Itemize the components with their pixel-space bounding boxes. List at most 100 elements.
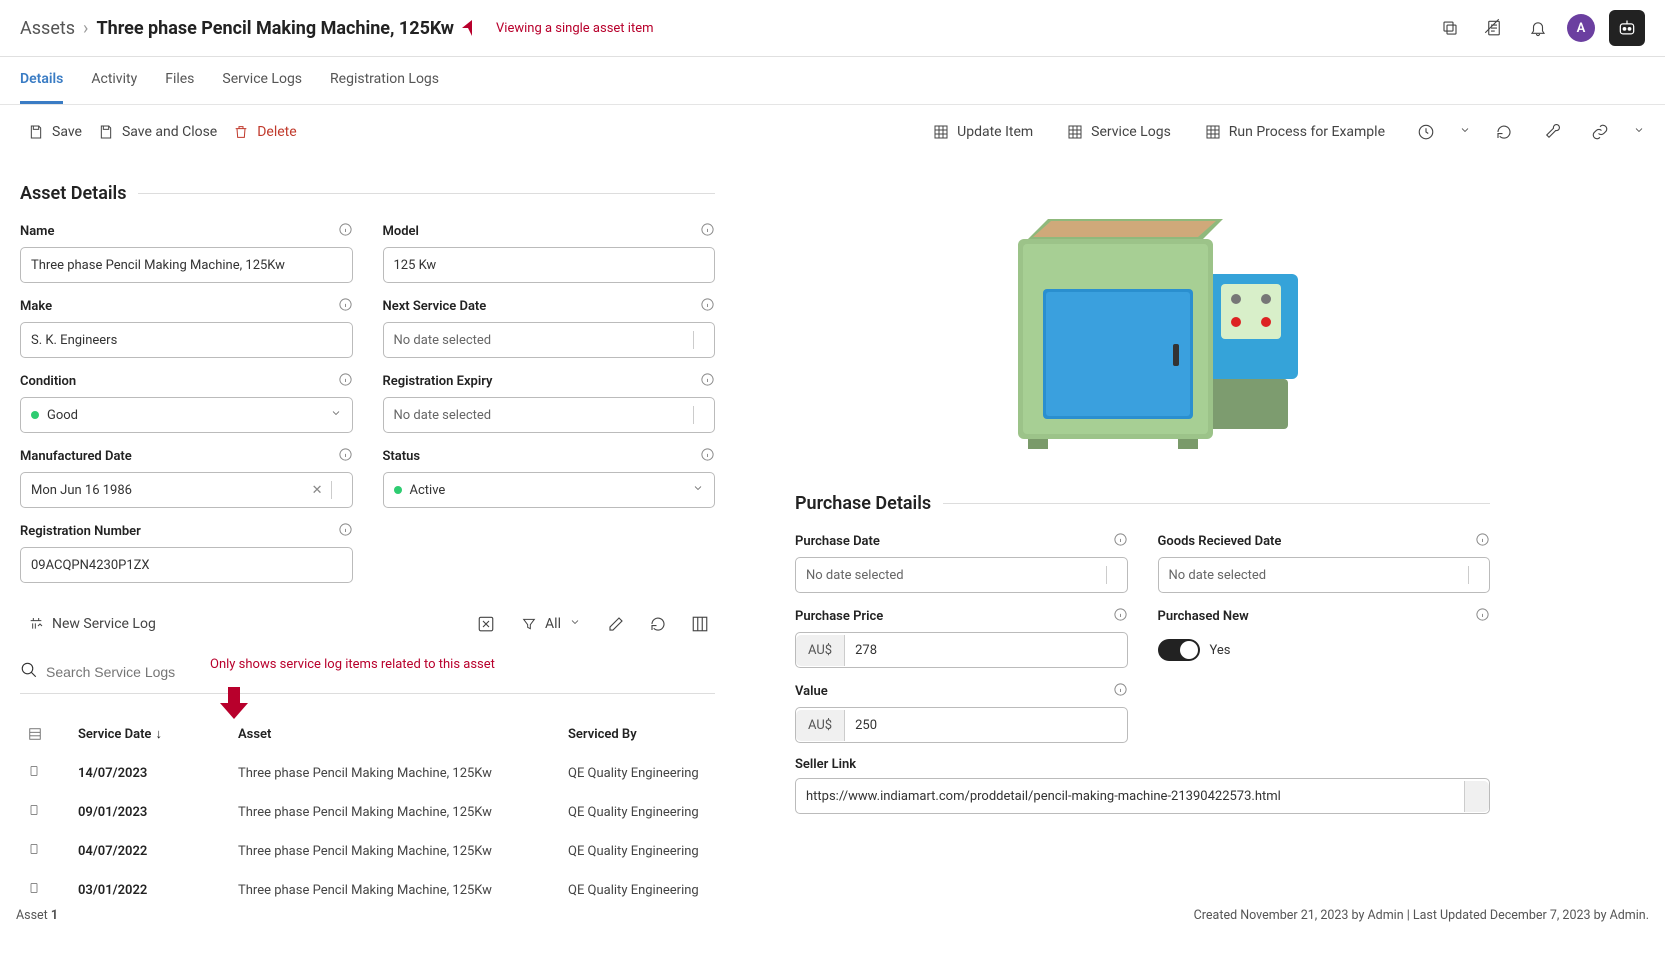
field-model: Model 125 Kw bbox=[383, 222, 716, 283]
goods-received-label: Goods Recieved Date bbox=[1158, 534, 1282, 549]
tab-service-logs[interactable]: Service Logs bbox=[222, 57, 302, 104]
search-icon bbox=[20, 661, 38, 683]
info-icon[interactable] bbox=[1475, 607, 1490, 626]
asset-details-label: Asset Details bbox=[20, 183, 126, 204]
cell-date: 14/07/2023 bbox=[78, 766, 238, 781]
edit-icon[interactable] bbox=[601, 609, 631, 639]
bell-icon[interactable] bbox=[1523, 13, 1553, 43]
manufactured-input[interactable]: Mon Jun 16 1986 ✕ bbox=[20, 472, 353, 508]
table-row[interactable]: 04/07/2022 Three phase Pencil Making Mac… bbox=[20, 831, 715, 870]
avatar[interactable]: A bbox=[1567, 14, 1595, 42]
history-dropdown-icon[interactable] bbox=[1459, 124, 1471, 140]
purchased-new-toggle[interactable] bbox=[1158, 639, 1200, 661]
info-icon[interactable] bbox=[1113, 532, 1128, 551]
calendar-icon[interactable] bbox=[1106, 566, 1117, 584]
info-icon[interactable] bbox=[700, 447, 715, 466]
value-label: Value bbox=[795, 684, 828, 699]
wrench-icon[interactable] bbox=[1537, 117, 1567, 147]
field-purchased-new: Purchased New Yes bbox=[1158, 607, 1491, 668]
name-input[interactable]: Three phase Pencil Making Machine, 125Kw bbox=[20, 247, 353, 283]
update-item-button[interactable]: Update Item bbox=[925, 118, 1041, 146]
table-header: Service Date ↓ Asset Serviced By bbox=[20, 716, 715, 753]
notes-icon[interactable] bbox=[1479, 13, 1509, 43]
delete-button[interactable]: Delete bbox=[225, 118, 304, 146]
model-input[interactable]: 125 Kw bbox=[383, 247, 716, 283]
table-row[interactable]: 09/01/2023 Three phase Pencil Making Mac… bbox=[20, 792, 715, 831]
col-service-date[interactable]: Service Date ↓ bbox=[78, 726, 238, 742]
header-bar: Assets › Three phase Pencil Making Machi… bbox=[0, 0, 1665, 57]
make-input[interactable]: S. K. Engineers bbox=[20, 322, 353, 358]
sort-arrow-icon: ↓ bbox=[155, 726, 162, 742]
save-button[interactable]: Save bbox=[20, 118, 90, 146]
tab-files[interactable]: Files bbox=[165, 57, 194, 104]
calendar-icon[interactable] bbox=[693, 331, 704, 349]
purchase-price-value: 278 bbox=[845, 635, 887, 666]
calendar-icon[interactable] bbox=[331, 481, 342, 499]
info-icon[interactable] bbox=[338, 522, 353, 541]
new-service-log-button[interactable]: New Service Log bbox=[20, 610, 164, 638]
tab-registration-logs[interactable]: Registration Logs bbox=[330, 57, 439, 104]
purchase-price-input[interactable]: AU$ 278 bbox=[795, 632, 1128, 668]
condition-value: Good bbox=[47, 408, 78, 423]
row-icon bbox=[28, 881, 78, 899]
seller-link-value: https://www.indiamart.com/proddetail/pen… bbox=[796, 781, 1464, 812]
field-value: Value AU$ 250 bbox=[795, 682, 1128, 743]
refresh-icon[interactable] bbox=[643, 609, 673, 639]
info-icon[interactable] bbox=[338, 297, 353, 316]
registration-expiry-input[interactable]: No date selected bbox=[383, 397, 716, 433]
model-label: Model bbox=[383, 224, 419, 239]
condition-select[interactable]: Good bbox=[20, 397, 353, 433]
info-icon[interactable] bbox=[1113, 682, 1128, 701]
assistant-button[interactable] bbox=[1609, 10, 1645, 46]
breadcrumb-root[interactable]: Assets bbox=[20, 18, 75, 39]
col-asset[interactable]: Asset bbox=[238, 727, 568, 742]
purchase-date-input[interactable]: No date selected bbox=[795, 557, 1128, 593]
status-select[interactable]: Active bbox=[383, 472, 716, 508]
run-process-button[interactable]: Run Process for Example bbox=[1197, 118, 1393, 146]
info-icon[interactable] bbox=[338, 372, 353, 391]
run-process-label: Run Process for Example bbox=[1229, 124, 1385, 140]
info-icon[interactable] bbox=[338, 447, 353, 466]
columns-icon[interactable] bbox=[685, 609, 715, 639]
chevron-down-icon bbox=[330, 407, 342, 423]
seller-link-input[interactable]: https://www.indiamart.com/proddetail/pen… bbox=[795, 778, 1490, 814]
table-row[interactable]: 14/07/2023 Three phase Pencil Making Mac… bbox=[20, 753, 715, 792]
info-icon[interactable] bbox=[338, 222, 353, 241]
goods-received-input[interactable]: No date selected bbox=[1158, 557, 1491, 593]
purchased-new-label: Purchased New bbox=[1158, 609, 1249, 624]
calendar-icon[interactable] bbox=[693, 406, 704, 424]
link-icon[interactable] bbox=[1585, 117, 1615, 147]
info-icon[interactable] bbox=[1475, 532, 1490, 551]
col-serviced-by[interactable]: Serviced By bbox=[568, 727, 768, 742]
globe-icon[interactable] bbox=[1464, 781, 1489, 812]
info-icon[interactable] bbox=[700, 297, 715, 316]
copy-icon[interactable] bbox=[1435, 13, 1465, 43]
field-status: Status Active bbox=[383, 447, 716, 508]
search-input[interactable] bbox=[46, 664, 227, 680]
cell-serviced-by: QE Quality Engineering bbox=[568, 766, 768, 781]
history-icon[interactable] bbox=[1411, 117, 1441, 147]
filter-button[interactable]: All bbox=[513, 610, 589, 638]
cell-date: 04/07/2022 bbox=[78, 844, 238, 859]
tab-details[interactable]: Details bbox=[20, 57, 63, 104]
value-input[interactable]: AU$ 250 bbox=[795, 707, 1128, 743]
field-make: Make S. K. Engineers bbox=[20, 297, 353, 358]
info-icon[interactable] bbox=[700, 372, 715, 391]
status-dot-icon bbox=[394, 486, 402, 494]
info-icon[interactable] bbox=[700, 222, 715, 241]
next-service-input[interactable]: No date selected bbox=[383, 322, 716, 358]
row-icon bbox=[28, 764, 78, 782]
save-close-button[interactable]: Save and Close bbox=[90, 118, 225, 146]
grid-col-icon[interactable] bbox=[28, 727, 78, 741]
info-icon[interactable] bbox=[1113, 607, 1128, 626]
refresh-icon[interactable] bbox=[1489, 117, 1519, 147]
clear-date-icon[interactable]: ✕ bbox=[312, 483, 331, 498]
link-dropdown-icon[interactable] bbox=[1633, 124, 1645, 140]
service-logs-link[interactable]: Service Logs bbox=[1059, 118, 1179, 146]
condition-label: Condition bbox=[20, 374, 76, 389]
export-excel-icon[interactable] bbox=[471, 609, 501, 639]
save-label: Save bbox=[52, 124, 82, 140]
reg-number-input[interactable]: 09ACQPN4230P1ZX bbox=[20, 547, 353, 583]
tab-activity[interactable]: Activity bbox=[91, 57, 137, 104]
calendar-icon[interactable] bbox=[1468, 566, 1479, 584]
